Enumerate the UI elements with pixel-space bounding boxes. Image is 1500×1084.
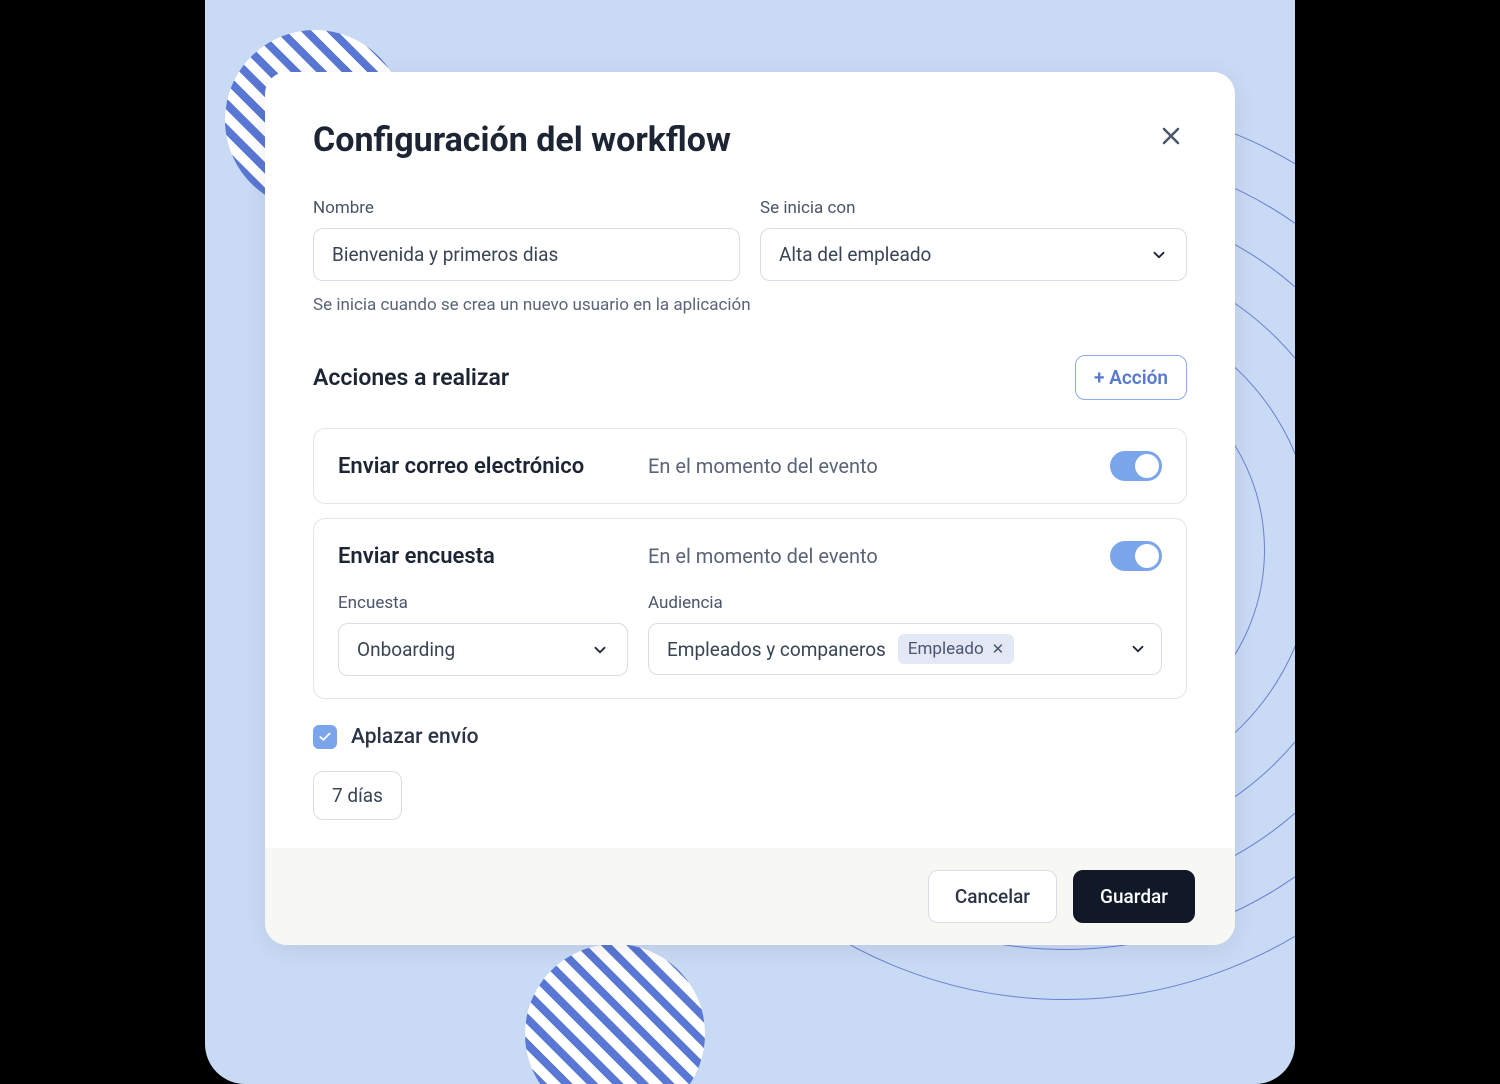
decorative-backdrop: Configuración del workflow Nombre Se ini… (205, 0, 1295, 1084)
trigger-select-value: Alta del empleado (779, 243, 931, 266)
survey-label: Encuesta (338, 593, 628, 613)
name-input[interactable] (313, 228, 740, 281)
defer-label: Aplazar envío (351, 725, 479, 749)
action-timing: En el momento del evento (648, 544, 1110, 568)
modal-title: Configuración del workflow (313, 120, 731, 160)
name-label: Nombre (313, 198, 740, 218)
audience-chip: Empleado ✕ (898, 634, 1014, 664)
action-name: Enviar correo electrónico (338, 454, 648, 479)
audience-select[interactable]: Empleados y companeros Empleado ✕ (648, 623, 1162, 675)
action-card-email: Enviar correo electrónico En el momento … (313, 428, 1187, 504)
action-card-survey: Enviar encuesta En el momento del evento… (313, 518, 1187, 699)
cancel-button[interactable]: Cancelar (928, 870, 1057, 923)
save-button[interactable]: Guardar (1073, 870, 1195, 923)
action-name: Enviar encuesta (338, 544, 648, 569)
add-action-button[interactable]: + Acción (1075, 355, 1187, 400)
chevron-down-icon (591, 641, 609, 659)
chevron-down-icon (1129, 640, 1147, 658)
close-icon (1159, 124, 1183, 148)
trigger-label: Se inicia con (760, 198, 1187, 218)
defer-value-input[interactable]: 7 días (313, 771, 402, 820)
action-timing: En el momento del evento (648, 454, 1110, 478)
action-toggle-email[interactable] (1110, 451, 1162, 481)
workflow-config-modal: Configuración del workflow Nombre Se ini… (265, 72, 1235, 945)
action-toggle-survey[interactable] (1110, 541, 1162, 571)
audience-label: Audiencia (648, 593, 1162, 613)
chevron-down-icon (1150, 246, 1168, 264)
defer-value: 7 días (332, 784, 383, 807)
close-button[interactable] (1155, 120, 1187, 155)
survey-select-value: Onboarding (357, 638, 455, 661)
actions-section-title: Acciones a realizar (313, 364, 509, 391)
trigger-select[interactable]: Alta del empleado (760, 228, 1187, 281)
audience-chip-label: Empleado (908, 639, 984, 659)
survey-select[interactable]: Onboarding (338, 623, 628, 676)
trigger-helper-text: Se inicia cuando se crea un nuevo usuari… (313, 295, 1187, 315)
defer-checkbox[interactable] (313, 725, 337, 749)
audience-select-value: Empleados y companeros (667, 638, 886, 661)
check-icon (318, 730, 332, 744)
chip-remove-icon[interactable]: ✕ (992, 640, 1005, 658)
